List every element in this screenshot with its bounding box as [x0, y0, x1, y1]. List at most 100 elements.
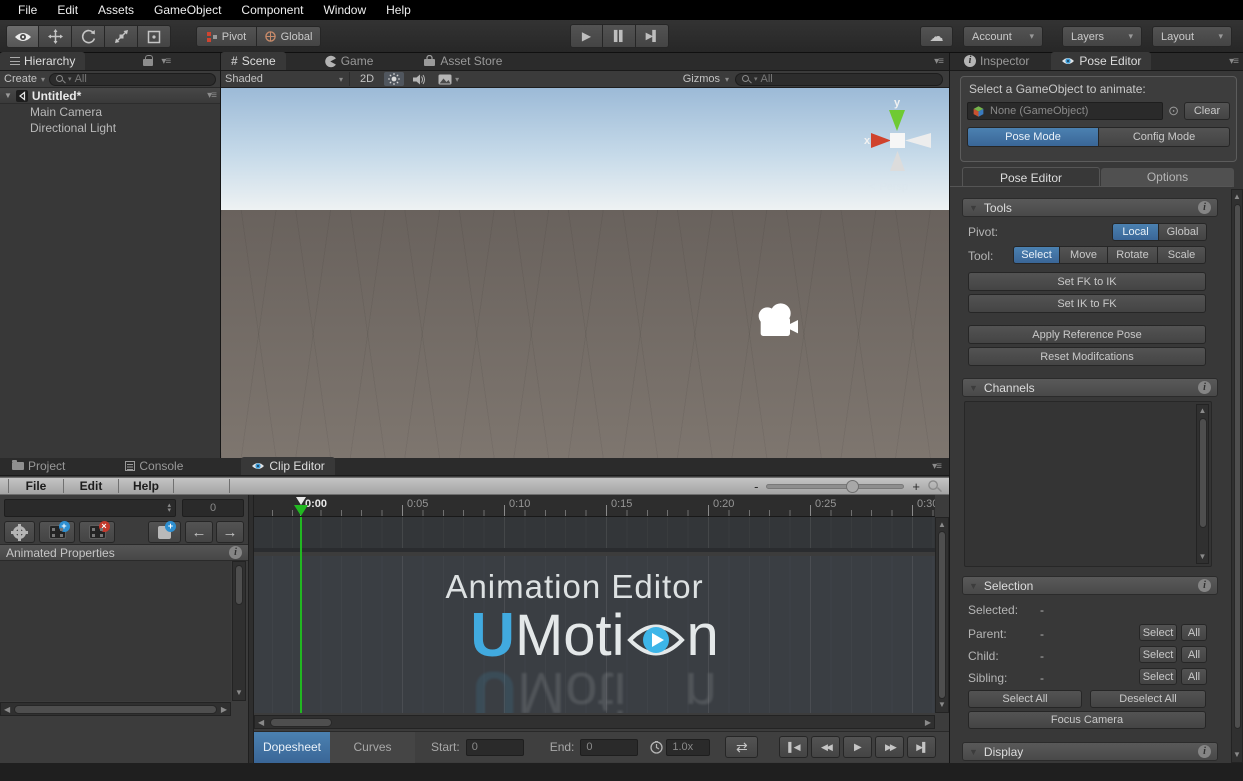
pivot-toggle-button[interactable]: Pivot — [196, 26, 257, 47]
lighting-toggle[interactable] — [384, 72, 404, 86]
panel-menu-icon[interactable]: ▾≡ — [932, 461, 941, 472]
scroll-up-icon[interactable]: ▲ — [936, 520, 948, 530]
info-icon[interactable]: i — [1198, 745, 1211, 758]
menu-assets[interactable]: Assets — [88, 3, 144, 17]
timeline-track-band[interactable] — [254, 517, 935, 552]
timeline-ruler[interactable]: 0:00 0:05 0:10 0:15 0:20 0:25 0:30 — [254, 495, 935, 517]
persp-label[interactable]: < Persp — [869, 181, 908, 193]
toggle-2d[interactable]: 2D — [356, 73, 378, 85]
scroll-left-icon[interactable]: ◀ — [258, 718, 264, 727]
hierarchy-scene-row[interactable]: ▼ Untitled* ▾≡ — [0, 88, 220, 104]
scale-tool-button[interactable] — [105, 25, 138, 48]
clip-menu-file[interactable]: File — [9, 479, 63, 493]
tool-rotate-button[interactable]: Rotate — [1108, 246, 1158, 264]
tab-pose-editor[interactable]: Pose Editor — [1051, 52, 1151, 70]
select-all-button[interactable]: Select All — [968, 690, 1082, 708]
scrollbar-thumb[interactable] — [1199, 418, 1207, 528]
hierarchy-item-main-camera[interactable]: Main Camera — [0, 104, 220, 120]
magnifier-icon[interactable] — [928, 480, 941, 493]
gizmos-dropdown[interactable]: Gizmos ▾ — [683, 73, 729, 85]
menu-edit[interactable]: Edit — [47, 3, 88, 17]
scroll-down-icon[interactable]: ▼ — [936, 700, 948, 710]
end-field[interactable]: 0 — [580, 739, 638, 756]
clip-menu-help[interactable]: Help — [119, 479, 173, 493]
hierarchy-search-input[interactable]: ▾ All — [49, 73, 216, 86]
pivot-global-button[interactable]: Global — [1159, 223, 1207, 241]
clear-button[interactable]: Clear — [1184, 102, 1230, 120]
selection-section-header[interactable]: ▼ Selection i — [962, 576, 1218, 595]
rect-tool-button[interactable] — [138, 25, 171, 48]
step-button[interactable]: ▶▌ — [636, 24, 669, 48]
clip-select-dropdown[interactable]: ▴ ▾ — [4, 499, 176, 517]
timeline-hscrollbar[interactable]: ◀ ▶ — [254, 715, 935, 729]
tab-clip-editor[interactable]: Clip Editor — [241, 457, 334, 475]
tool-move-button[interactable]: Move — [1060, 246, 1108, 264]
config-mode-button[interactable]: Config Mode — [1099, 127, 1230, 147]
account-dropdown[interactable]: Account ▾ — [963, 26, 1043, 47]
properties-vscrollbar[interactable]: ▲ ▼ — [232, 561, 246, 701]
menu-help[interactable]: Help — [376, 3, 421, 17]
scroll-right-icon[interactable]: ▶ — [925, 718, 931, 727]
info-icon[interactable]: i — [229, 546, 242, 559]
scroll-up-icon[interactable]: ▲ — [1197, 406, 1208, 416]
menu-component[interactable]: Component — [231, 3, 313, 17]
reset-modifications-button[interactable]: Reset Modifcations — [968, 347, 1206, 366]
panel-menu-icon[interactable]: ▾≡ — [1229, 56, 1238, 67]
dopesheet-tab-button[interactable]: Dopesheet — [254, 732, 330, 763]
tab-game[interactable]: Game — [314, 52, 384, 70]
delete-clip-button[interactable]: × — [79, 521, 115, 543]
scene-viewport[interactable]: y x < Persp — [221, 88, 949, 458]
pause-button[interactable]: ▌▌ — [603, 24, 636, 48]
tab-project[interactable]: Project — [2, 457, 75, 475]
info-icon[interactable]: i — [1198, 201, 1211, 214]
next-keyframe-button[interactable]: → — [216, 521, 244, 543]
scroll-left-icon[interactable]: ◀ — [4, 705, 10, 714]
panel-menu-icon[interactable]: ▾≡ — [934, 56, 943, 67]
pose-mode-button[interactable]: Pose Mode — [967, 127, 1099, 147]
menu-window[interactable]: Window — [313, 3, 376, 17]
tool-scale-button[interactable]: Scale — [1158, 246, 1206, 264]
lock-icon[interactable] — [143, 59, 153, 66]
clip-menu-edit[interactable]: Edit — [64, 479, 118, 493]
focus-camera-button[interactable]: Focus Camera — [968, 711, 1206, 729]
child-all-button[interactable]: All — [1181, 646, 1207, 663]
set-ik-to-fk-button[interactable]: Set IK to FK — [968, 294, 1206, 313]
playhead-marker[interactable] — [296, 497, 306, 505]
scroll-up-icon[interactable]: ▲ — [1232, 192, 1242, 202]
dopesheet-area[interactable]: Animation Editor U Moti n U Moti — [254, 556, 935, 713]
menu-gameobject[interactable]: GameObject — [144, 3, 231, 17]
scroll-down-icon[interactable]: ▼ — [1197, 552, 1208, 562]
scrollbar-thumb[interactable] — [1234, 204, 1241, 729]
pose-editor-scrollbar[interactable]: ▲ ▼ — [1231, 189, 1243, 763]
animated-properties-list[interactable] — [0, 561, 231, 701]
audio-toggle[interactable] — [410, 73, 429, 86]
layout-dropdown[interactable]: Layout ▾ — [1152, 26, 1232, 47]
go-to-end-button[interactable]: ▶▌ — [907, 736, 936, 758]
info-icon[interactable]: i — [1198, 579, 1211, 592]
info-icon[interactable]: i — [1198, 381, 1211, 394]
rotate-tool-button[interactable] — [72, 25, 105, 48]
zoom-slider-thumb[interactable] — [846, 480, 859, 493]
tab-asset-store[interactable]: Asset Store — [413, 52, 512, 70]
settings-button[interactable] — [4, 521, 35, 543]
display-section-header[interactable]: ▼ Display i — [962, 742, 1218, 761]
scrollbar-thumb[interactable] — [938, 531, 946, 699]
deselect-all-button[interactable]: Deselect All — [1090, 690, 1206, 708]
tab-console[interactable]: Console — [115, 457, 193, 475]
channels-scrollbar[interactable]: ▲ ▼ — [1196, 404, 1209, 564]
current-frame-field[interactable]: 0 — [182, 499, 244, 517]
tab-inspector[interactable]: i Inspector — [954, 52, 1039, 70]
zoom-out-label[interactable]: - — [754, 479, 758, 494]
gameobject-object-field[interactable]: None (GameObject) — [967, 102, 1163, 120]
sibling-all-button[interactable]: All — [1181, 668, 1207, 685]
dopesheet-vscrollbar[interactable]: ▲ ▼ — [935, 517, 949, 713]
inner-tab-options[interactable]: Options — [1101, 168, 1234, 187]
scroll-down-icon[interactable]: ▼ — [233, 688, 245, 698]
scroll-right-icon[interactable]: ▶ — [221, 705, 227, 714]
start-field[interactable]: 0 — [466, 739, 524, 756]
apply-reference-pose-button[interactable]: Apply Reference Pose — [968, 325, 1206, 344]
scene-search-input[interactable]: ▾ All — [735, 73, 943, 86]
panel-menu-icon[interactable]: ▾≡ — [161, 56, 170, 67]
scene-menu-icon[interactable]: ▾≡ — [207, 90, 216, 101]
scroll-down-icon[interactable]: ▼ — [1232, 750, 1242, 760]
